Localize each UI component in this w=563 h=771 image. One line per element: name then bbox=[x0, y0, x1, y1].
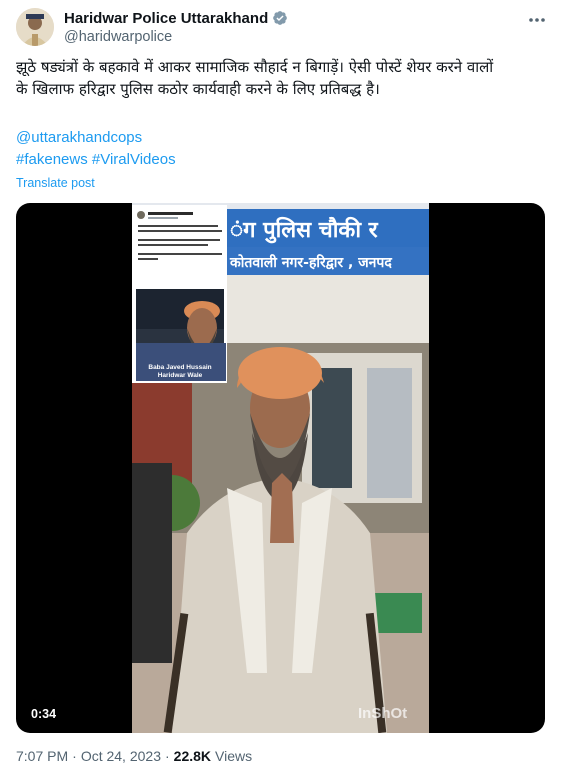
tweet-links: @uttarakhandcops #fakenews #ViralVideos bbox=[16, 127, 176, 171]
tweet-text-line-1: झूठे षड्यंत्रों के बहकावे में आकर सामाजि… bbox=[16, 58, 494, 76]
inset-screenshot: Baba Javed Hussain Haridwar Wale bbox=[132, 205, 227, 383]
avatar[interactable] bbox=[16, 8, 54, 46]
inset-caption-line-1: Baba Javed Hussain bbox=[148, 364, 211, 371]
hashtag-link-fakenews[interactable]: #fakenews bbox=[16, 151, 88, 168]
more-options-button[interactable] bbox=[527, 12, 547, 28]
police-avatar-image bbox=[16, 8, 54, 46]
inset-caption-line-2: Haridwar Wale bbox=[158, 372, 203, 379]
tweet-date[interactable]: Oct 24, 2023 bbox=[81, 748, 161, 764]
verified-badge-icon[interactable] bbox=[272, 10, 288, 26]
mention-link[interactable]: @uttarakhandcops bbox=[16, 129, 142, 146]
hashtag-link-viralvideos[interactable]: #ViralVideos bbox=[92, 151, 176, 168]
tweet-text: झूठे षड्यंत्रों के बहकावे में आकर सामाजि… bbox=[16, 56, 546, 100]
inshot-watermark: InShOt bbox=[358, 705, 407, 722]
more-options-icon bbox=[529, 18, 545, 22]
display-name[interactable]: Haridwar Police Uttarakhand bbox=[64, 10, 268, 27]
video-frame: ंग पुलिस चौकी र कोतवाली नगर-हरिद्वार , ज… bbox=[132, 203, 429, 733]
translate-post-button[interactable]: Translate post bbox=[16, 176, 95, 190]
video-thumbnail: ंग पुलिस चौकी र कोतवाली नगर-हरिद्वार , ज… bbox=[132, 203, 429, 733]
meta-separator: · bbox=[72, 748, 77, 764]
sign-text-top: ंग पुलिस चौकी र bbox=[230, 216, 379, 244]
sign-text-bottom: कोतवाली नगर-हरिद्वार , जनपद bbox=[229, 254, 392, 271]
tweet-time[interactable]: 7:07 PM bbox=[16, 748, 68, 764]
meta-separator: · bbox=[164, 748, 170, 764]
video-duration-badge: 0:34 bbox=[26, 705, 62, 723]
tweet-header: Haridwar Police Uttarakhand @haridwarpol… bbox=[64, 8, 288, 45]
tweet-card[interactable]: Haridwar Police Uttarakhand @haridwarpol… bbox=[0, 0, 563, 771]
views-count: 22.8K bbox=[173, 748, 212, 764]
handle[interactable]: @haridwarpolice bbox=[64, 29, 288, 45]
tweet-metadata: 7:07 PM · Oct 24, 2023 · 22.8K Views bbox=[16, 748, 252, 764]
tweet-text-line-2: के खिलाफ हरिद्वार पुलिस कठोर कार्यवाही क… bbox=[16, 80, 380, 98]
views-label: Views bbox=[215, 748, 253, 764]
video-player[interactable]: ंग पुलिस चौकी र कोतवाली नगर-हरिद्वार , ज… bbox=[16, 203, 545, 733]
